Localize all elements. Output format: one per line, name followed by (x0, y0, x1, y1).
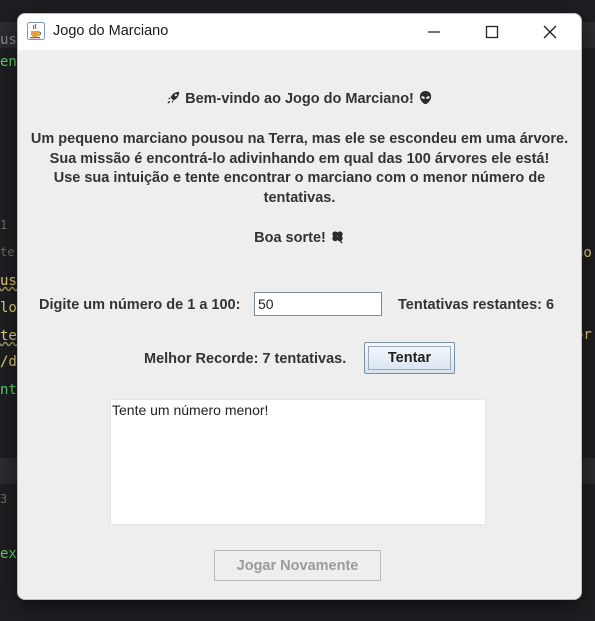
minimize-button[interactable] (405, 14, 463, 50)
welcome-line-2: Sua missão é encontrá-lo adivinhando em … (49, 151, 550, 167)
try-button-label: Tentar (368, 346, 451, 370)
editor-fragment: nt (0, 382, 17, 398)
guess-input[interactable] (254, 292, 382, 316)
welcome-heading: Bem-vindo ao Jogo do Marciano! (18, 90, 581, 112)
close-icon (543, 25, 557, 39)
remaining-attempts: Tentativas restantes: 6 (398, 297, 555, 313)
good-luck: Boa sorte! (18, 229, 581, 251)
welcome-line-4: tentativas. (263, 190, 336, 206)
try-button[interactable]: Tentar (364, 342, 455, 374)
guess-label: Digite um número de 1 a 100: (39, 297, 241, 313)
minimize-icon (428, 31, 440, 33)
maximize-icon (485, 25, 499, 39)
editor-fragment: lo (0, 300, 17, 316)
rocket-icon (166, 90, 181, 112)
editor-fragment: te (0, 245, 15, 259)
editor-fragment: te (0, 328, 17, 344)
editor-fragment: /d (0, 354, 17, 370)
good-luck-text: Boa sorte! (254, 230, 326, 246)
maximize-button[interactable] (463, 14, 521, 50)
editor-line-number: 1 (0, 218, 8, 232)
four-leaf-clover-icon (330, 229, 345, 251)
editor-line-number: 3 (0, 492, 8, 506)
title-bar[interactable]: Jogo do Marciano (18, 14, 581, 50)
window-title: Jogo do Marciano (53, 23, 169, 39)
best-record: Melhor Recorde: 7 tentativas. (144, 351, 347, 367)
welcome-line-1: Um pequeno marciano pousou na Terra, mas… (30, 131, 569, 147)
game-content: Bem-vindo ao Jogo do Marciano! Um pequen… (18, 50, 581, 599)
play-again-button[interactable]: Jogar Novamente (214, 550, 381, 581)
java-cup-icon (27, 22, 45, 40)
game-window: Jogo do Marciano Bem-vindo ao Jogo do Ma… (17, 13, 582, 600)
alien-icon (418, 90, 433, 112)
close-button[interactable] (521, 14, 579, 50)
welcome-heading-text: Bem-vindo ao Jogo do Marciano! (185, 91, 414, 107)
welcome-line-3: Use sua intuição e tente encontrar o mar… (53, 170, 546, 186)
feedback-output[interactable]: Tente um número menor! (110, 399, 486, 525)
